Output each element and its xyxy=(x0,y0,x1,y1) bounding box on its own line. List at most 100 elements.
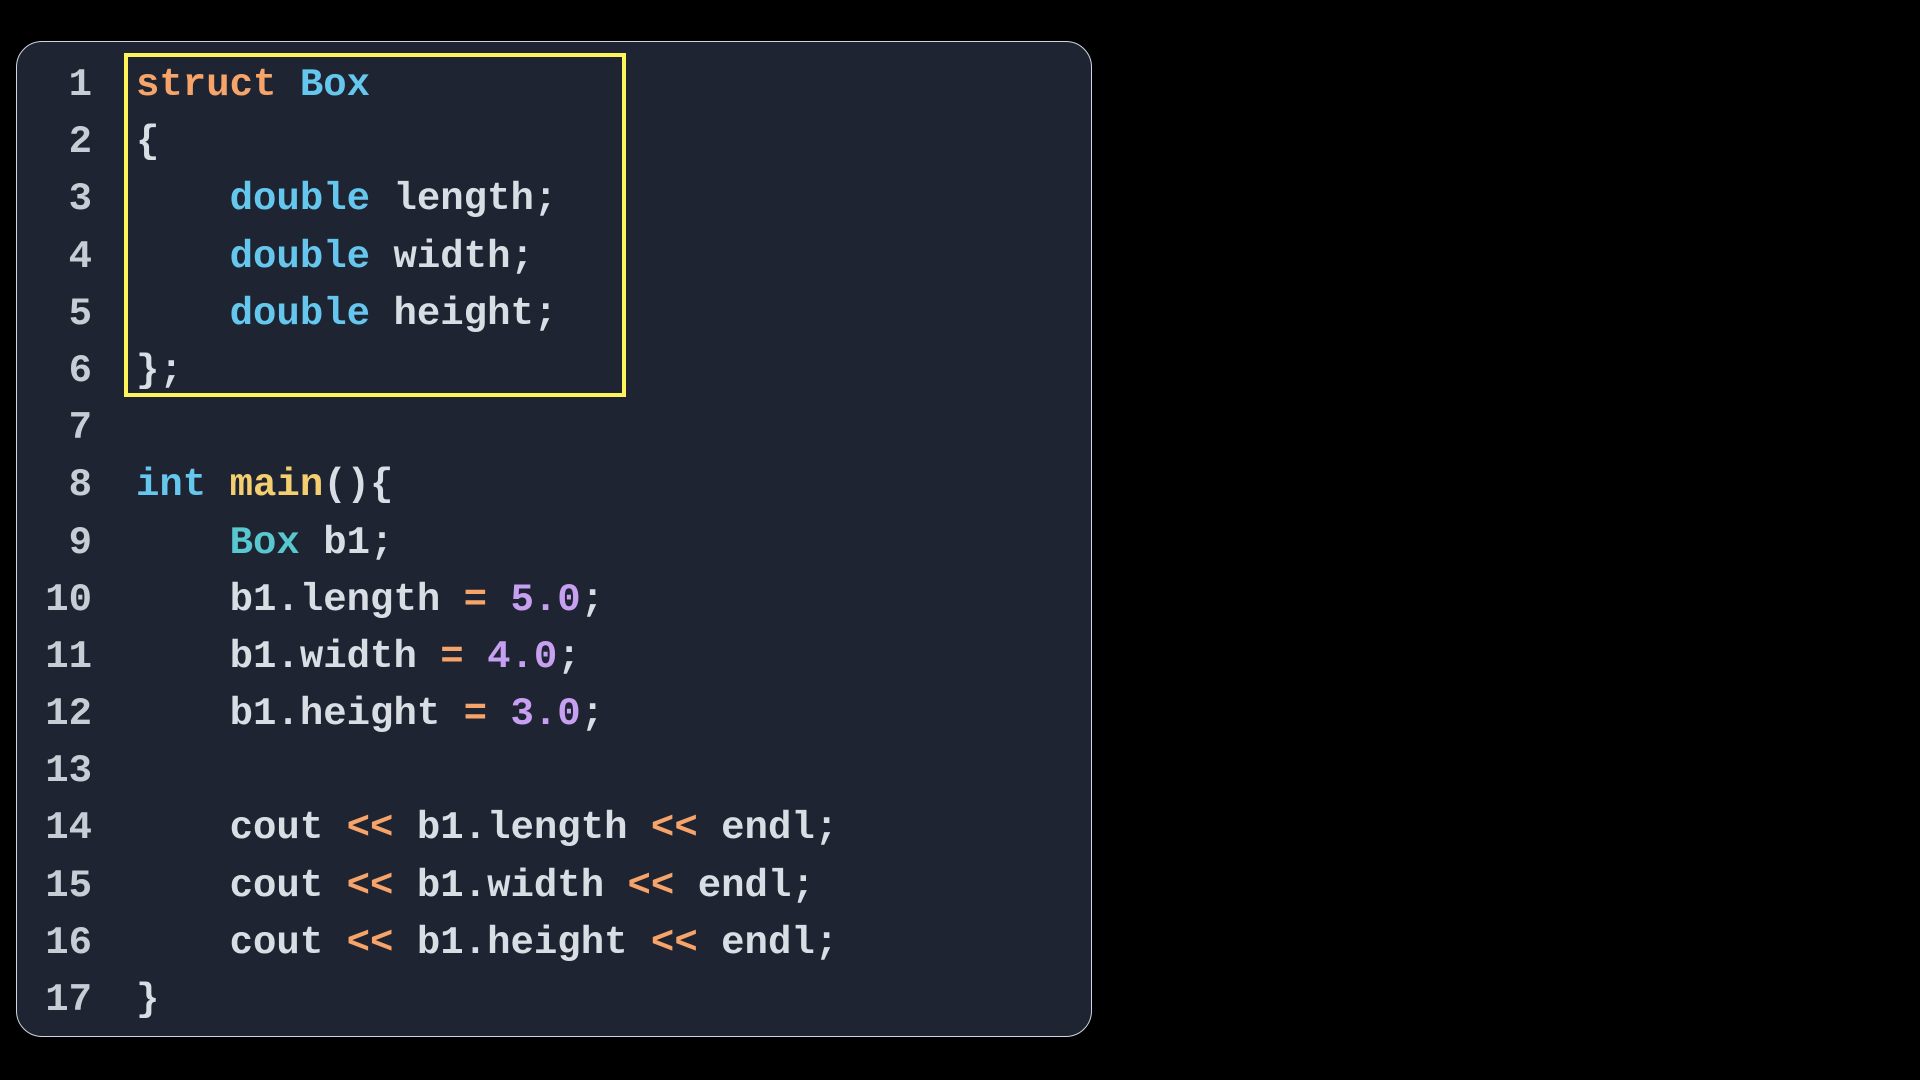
code-token-op: << xyxy=(346,806,394,851)
code-token-punct: ; xyxy=(557,634,581,679)
code-line: 1 struct Box xyxy=(17,57,1091,114)
code-line: 4 double width; xyxy=(17,229,1091,286)
code-line: 16 cout << b1.height << endl; xyxy=(17,915,1091,972)
code-token-punct: ; xyxy=(580,577,605,622)
code-token-func: main xyxy=(229,463,324,508)
code-line: 2{ xyxy=(17,114,1091,171)
line-code: cout << b1.height << endl; xyxy=(136,915,839,972)
line-number: 3 xyxy=(68,177,92,222)
code-token-punct: ; xyxy=(580,692,605,737)
code-token-punct: ; xyxy=(370,520,394,565)
code-token-punct: { xyxy=(136,120,160,165)
line-number: 2 xyxy=(68,120,92,165)
code-token-ident: endl xyxy=(721,806,815,851)
code-token-ident: length xyxy=(393,177,534,222)
line-code: Box b1; xyxy=(136,515,394,572)
line-number: 9 xyxy=(68,520,92,565)
line-code: double width; xyxy=(136,229,534,286)
code-token-op: << xyxy=(650,920,698,965)
code-line: 14 cout << b1.length << endl; xyxy=(17,800,1091,857)
code-token-ident: b1.height xyxy=(416,920,628,965)
line-code: double height; xyxy=(136,286,558,343)
code-token-ident: endl xyxy=(697,863,792,908)
code-token-number: 3.0 xyxy=(510,692,581,737)
code-line: 8 int main(){ xyxy=(17,457,1091,514)
code-token-number: 4.0 xyxy=(487,634,558,679)
code-token-ident: cout xyxy=(229,920,324,965)
code-token-punct: (){ xyxy=(323,463,394,508)
code-token-op: << xyxy=(346,863,394,908)
code-token-type: int xyxy=(136,463,207,508)
line-code: double length; xyxy=(136,171,558,228)
line-number: 1 xyxy=(68,63,92,107)
code-token-punct: ; xyxy=(533,291,558,336)
code-line: 6}; xyxy=(17,343,1091,400)
code-token-op: = xyxy=(463,692,488,737)
line-code: cout << b1.length << endl; xyxy=(136,800,839,857)
code-token-punct: ; xyxy=(533,177,558,222)
code-token-ident: b1.width xyxy=(229,634,417,679)
code-line: 13 xyxy=(17,743,1091,800)
code-token-ident: cout xyxy=(229,806,324,851)
code-token-op: << xyxy=(650,806,698,851)
line-number: 16 xyxy=(45,920,92,965)
code-token-ident: width xyxy=(393,234,511,279)
code-token-op: << xyxy=(627,863,675,908)
line-number: 6 xyxy=(68,348,92,393)
code-line: 12 b1.height = 3.0; xyxy=(17,686,1091,743)
code-token-keyword: struct xyxy=(136,63,277,107)
line-code: cout << b1.width << endl; xyxy=(136,858,815,915)
line-code: int main(){ xyxy=(136,457,393,514)
line-code: struct Box xyxy=(136,57,370,114)
code-token-type: double xyxy=(229,291,371,336)
code-token-type: double xyxy=(229,234,371,279)
line-number: 17 xyxy=(45,978,92,1022)
code-line: 9 Box b1; xyxy=(17,515,1091,572)
code-line: 5 double height; xyxy=(17,286,1091,343)
code-token-class: Box xyxy=(229,520,300,565)
code-token-punct: ; xyxy=(814,920,839,965)
code-token-punct: } xyxy=(136,978,160,1022)
code-token-op: = xyxy=(440,634,464,679)
line-code: b1.width = 4.0; xyxy=(136,629,581,686)
code-token-number: 5.0 xyxy=(510,577,581,622)
line-number: 4 xyxy=(68,234,92,279)
line-code: { xyxy=(136,114,159,171)
line-number: 14 xyxy=(45,806,92,851)
code-token-op: << xyxy=(346,920,394,965)
line-code: }; xyxy=(136,343,183,400)
code-token-punct: }; xyxy=(136,348,183,393)
line-number: 5 xyxy=(68,291,92,336)
code-line: 11 b1.width = 4.0; xyxy=(17,629,1091,686)
code-lines: 1 struct Box 2{3 double length; 4 double wi… xyxy=(17,57,1091,1029)
code-token-ident: b1.length xyxy=(416,806,628,851)
line-number: 11 xyxy=(45,634,92,679)
